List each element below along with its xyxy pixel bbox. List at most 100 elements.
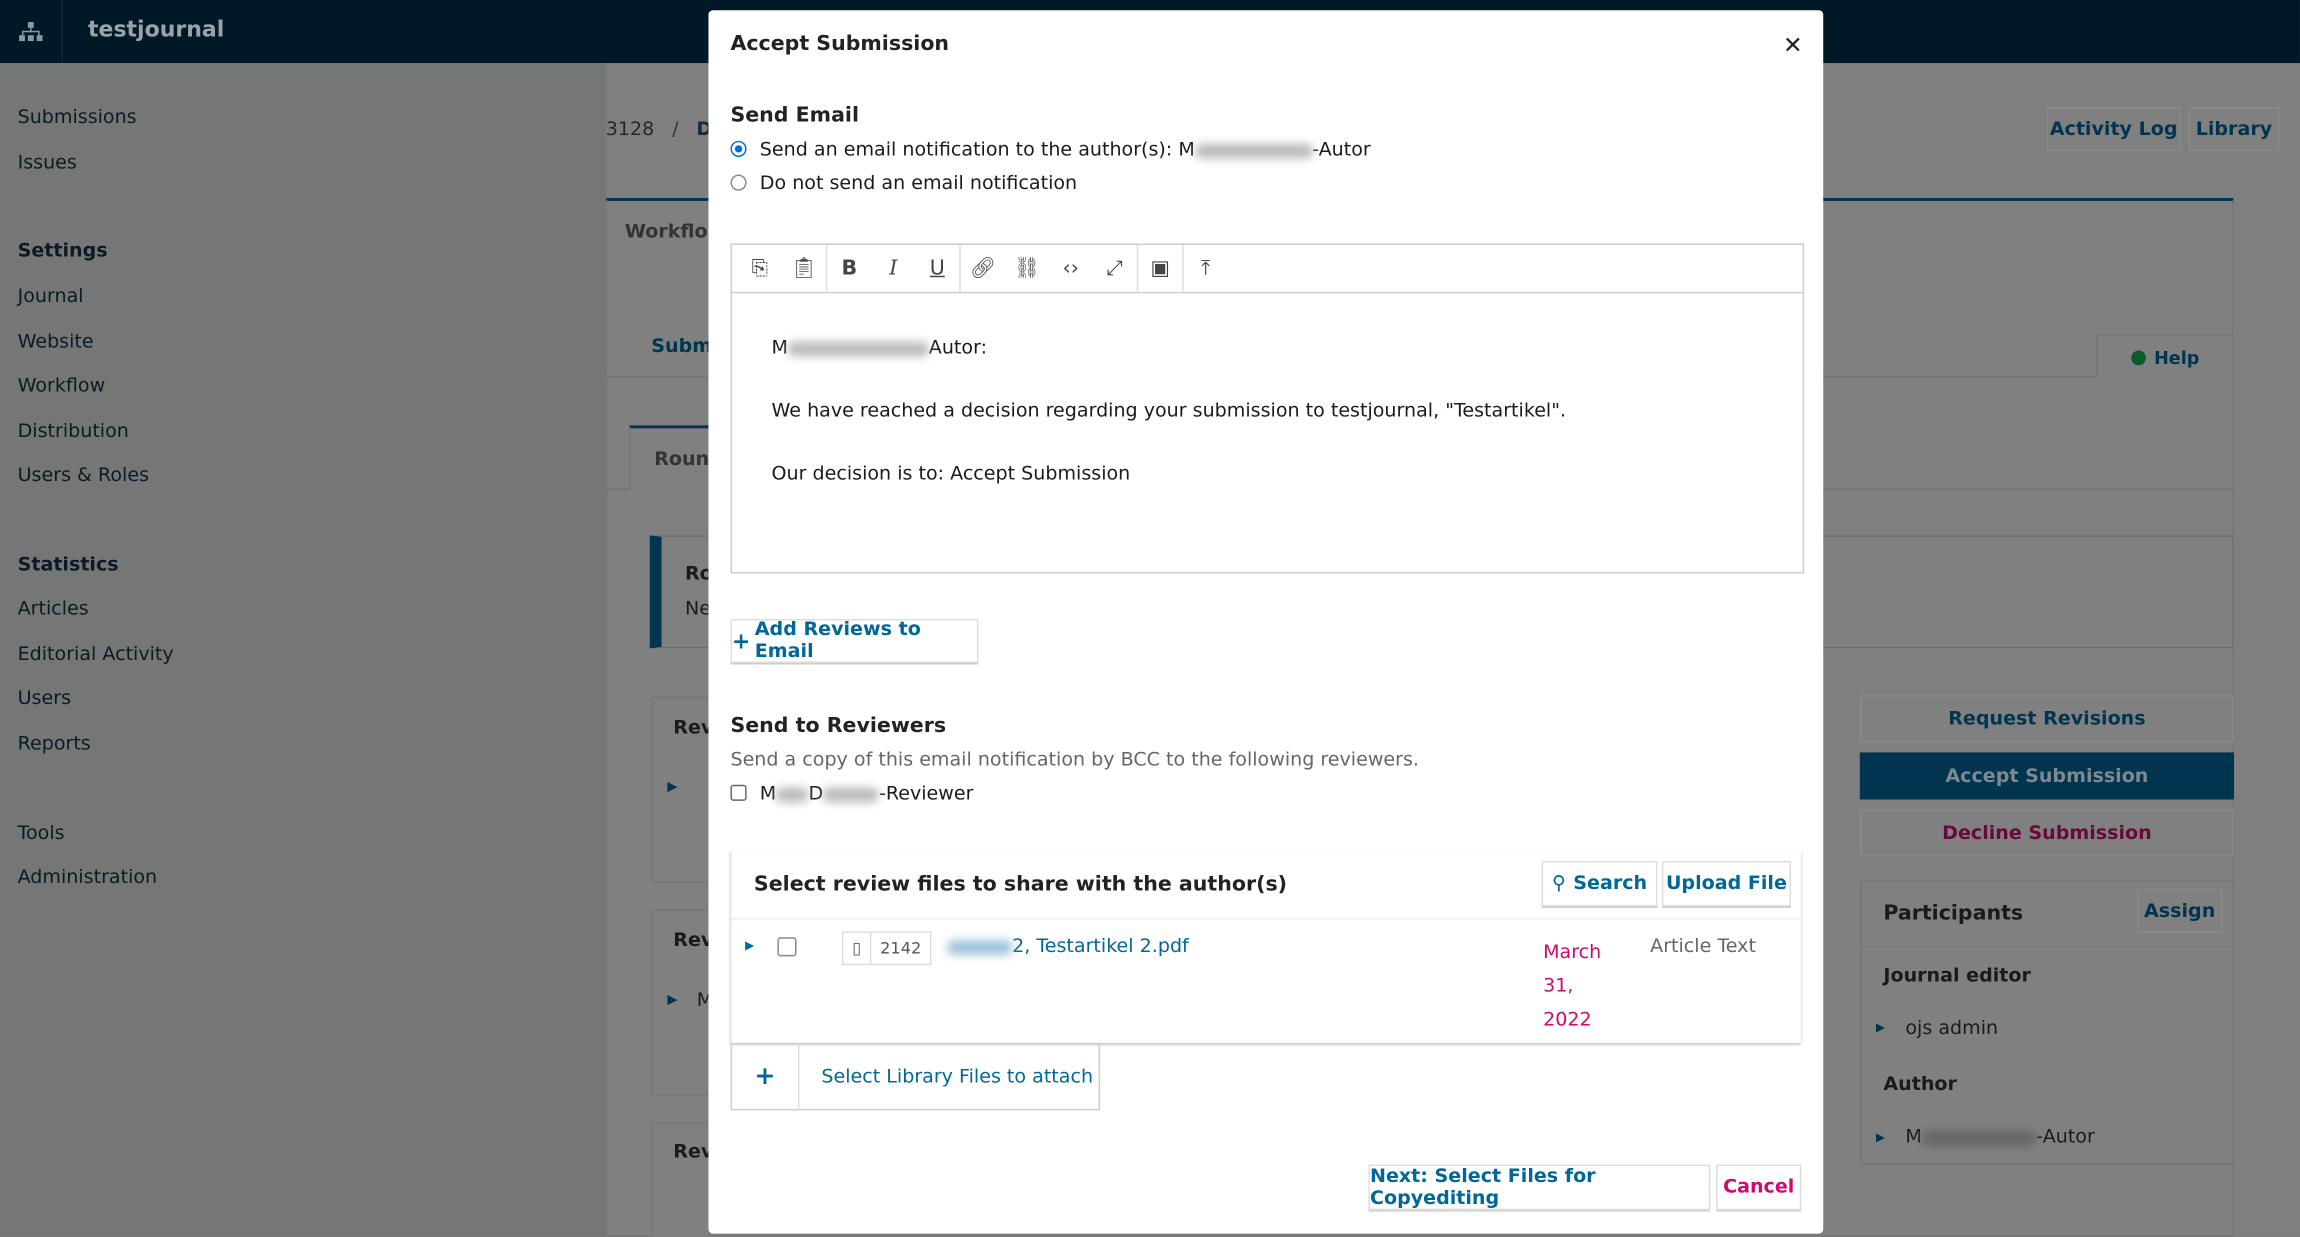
discussions-panel: Rev xyxy=(651,1122,714,1237)
file-id-badge: ▯ 2142 xyxy=(841,931,932,966)
sidebar-heading-settings: Settings xyxy=(17,240,108,263)
radio-send-email[interactable]: Send an email notification to the author… xyxy=(730,139,1371,162)
breadcrumb-separator: / xyxy=(672,118,679,141)
send-to-reviewers-heading: Send to Reviewers xyxy=(730,714,947,738)
unlink-icon[interactable]: ⛓ xyxy=(1005,257,1049,280)
greeting: M Autor: xyxy=(772,337,1764,359)
close-icon[interactable]: ✕ xyxy=(1783,31,1803,59)
date-line: 31, xyxy=(1543,975,1574,998)
sitemap-icon[interactable] xyxy=(0,0,64,64)
modal-title: Accept Submission xyxy=(730,32,950,56)
expand-icon[interactable]: ▶ xyxy=(667,780,677,795)
section-title: Rev xyxy=(673,929,714,952)
reviewer-name: M xyxy=(759,783,777,806)
review-files-heading: Select review files to share with the au… xyxy=(753,872,1288,897)
file-type: Article Text xyxy=(1650,935,1756,958)
radio-label-suffix: -Autor xyxy=(1312,139,1371,162)
email-paragraph: Our decision is to: Accept Submission xyxy=(771,463,1131,486)
greeting-suffix: Autor: xyxy=(928,337,988,360)
participant-name[interactable]: ojs admin xyxy=(1905,1018,1998,1040)
expand-icon[interactable]: ▶ xyxy=(1876,1021,1885,1034)
expand-icon[interactable]: ▶ xyxy=(745,939,754,952)
files-panel: Rev ▶ M xyxy=(651,909,714,1096)
breadcrumb: 3128 / De xyxy=(606,119,725,141)
breadcrumb-id[interactable]: 3128 xyxy=(606,119,655,141)
greeting-prefix: M xyxy=(771,337,788,360)
file-checkbox[interactable] xyxy=(777,937,797,957)
reviewer-checkbox[interactable] xyxy=(730,784,747,801)
activity-log-button[interactable]: Activity Log xyxy=(2046,107,2182,152)
request-revisions-button[interactable]: Request Revisions xyxy=(1859,695,2234,743)
help-label: Help xyxy=(2154,346,2200,368)
email-paragraph: We have reached a decision regarding you… xyxy=(771,400,1567,423)
library-button[interactable]: Library xyxy=(2188,107,2280,152)
file-link[interactable]: 2, Testartikel 2.pdf xyxy=(947,935,1189,958)
sidebar: Submissions Issues Settings Journal Webs… xyxy=(0,63,606,1237)
sidebar-item-tools[interactable]: Tools xyxy=(18,823,65,845)
radio-unselected[interactable] xyxy=(730,174,747,191)
accept-submission-modal: Accept Submission ✕ Send Email Send an e… xyxy=(708,10,1824,1234)
sidebar-item-issues[interactable]: Issues xyxy=(18,153,77,175)
journal-title[interactable]: testjournal xyxy=(88,16,224,42)
radio-selected[interactable] xyxy=(730,140,747,157)
link-icon[interactable]: 🔗︎ xyxy=(961,257,1005,280)
select-library-files-button[interactable]: + Select Library Files to attach xyxy=(730,1042,1101,1111)
participant-name[interactable]: M -Autor xyxy=(1905,1127,2094,1149)
reviewers-description: Send a copy of this email notification b… xyxy=(730,749,1420,772)
fullscreen-icon[interactable]: ⤢ xyxy=(1093,257,1137,280)
image-icon[interactable]: ▣ xyxy=(1138,257,1182,280)
underline-icon[interactable]: U xyxy=(915,257,959,280)
help-button[interactable]: Help xyxy=(2096,334,2234,379)
sidebar-item-journal[interactable]: Journal xyxy=(18,286,84,308)
sidebar-item-website[interactable]: Website xyxy=(18,331,94,353)
sidebar-item-administration[interactable]: Administration xyxy=(18,867,158,889)
sidebar-item-editorial-activity[interactable]: Editorial Activity xyxy=(18,644,174,666)
redacted-name xyxy=(776,786,809,802)
search-label: Search xyxy=(1573,872,1648,895)
redacted-name xyxy=(823,786,879,802)
reviewer-checkbox-row[interactable]: M D -Reviewer xyxy=(730,783,973,805)
code-icon[interactable]: ‹› xyxy=(1049,257,1093,280)
reviewer-name: D xyxy=(808,783,824,806)
tab-round[interactable]: Round xyxy=(629,425,723,490)
search-button[interactable]: ⚲ Search xyxy=(1541,861,1658,907)
copy-icon[interactable]: ⎘ xyxy=(738,257,782,280)
expand-icon[interactable]: ▶ xyxy=(1876,1131,1885,1144)
file-date: March 31, 2022 xyxy=(1543,936,1601,1037)
paste-icon[interactable]: 📋︎ xyxy=(782,257,826,280)
cancel-button[interactable]: Cancel xyxy=(1716,1164,1802,1211)
participants-panel: Participants Assign Journal editor ▶ ojs… xyxy=(1859,880,2236,1165)
file-id: 2142 xyxy=(880,938,922,958)
sidebar-item-users-roles[interactable]: Users & Roles xyxy=(18,465,149,487)
name-suffix: -Autor xyxy=(2036,1126,2095,1149)
redacted-name xyxy=(787,341,929,356)
sidebar-item-submissions[interactable]: Submissions xyxy=(18,107,137,129)
assign-button[interactable]: Assign xyxy=(2137,888,2223,933)
sidebar-item-workflow[interactable]: Workflow xyxy=(18,376,106,398)
add-reviews-button[interactable]: + Add Reviews to Email xyxy=(730,618,979,663)
italic-icon[interactable]: I xyxy=(871,257,915,280)
section-title: Rev xyxy=(673,1141,714,1164)
editor-toolbar: ⎘ 📋︎ B I U 🔗︎ ⛓ ‹› ⤢ ▣ ⤒ xyxy=(731,244,1803,294)
upload-icon[interactable]: ⤒ xyxy=(1184,257,1228,280)
sidebar-item-reports[interactable]: Reports xyxy=(18,733,91,755)
accept-submission-button[interactable]: Accept Submission xyxy=(1859,752,2234,800)
editor-body[interactable]: M Autor: We have reached a decision regar… xyxy=(732,293,1803,570)
section-title: Rev xyxy=(673,717,714,740)
sidebar-item-users[interactable]: Users xyxy=(18,688,71,710)
decline-submission-button[interactable]: Decline Submission xyxy=(1859,809,2234,857)
tab-submission[interactable]: Subm xyxy=(651,336,712,358)
upload-file-button[interactable]: Upload File xyxy=(1661,861,1791,907)
name-prefix: M xyxy=(1905,1126,1922,1149)
role-heading: Journal editor xyxy=(1883,965,2031,988)
expand-icon[interactable]: ▶ xyxy=(667,993,677,1008)
email-editor[interactable]: ⎘ 📋︎ B I U 🔗︎ ⛓ ‹› ⤢ ▣ ⤒ M Autor: We have… xyxy=(730,243,1805,574)
sidebar-item-distribution[interactable]: Distribution xyxy=(18,421,129,443)
bold-icon[interactable]: B xyxy=(827,257,871,280)
divider xyxy=(731,918,1803,920)
radio-no-email[interactable]: Do not send an email notification xyxy=(730,173,1077,195)
date-line: 2022 xyxy=(1543,1009,1592,1032)
sidebar-item-articles[interactable]: Articles xyxy=(18,598,89,620)
next-button[interactable]: Next: Select Files for Copyediting xyxy=(1368,1164,1711,1211)
file-name: 2, Testartikel 2.pdf xyxy=(1012,935,1189,958)
